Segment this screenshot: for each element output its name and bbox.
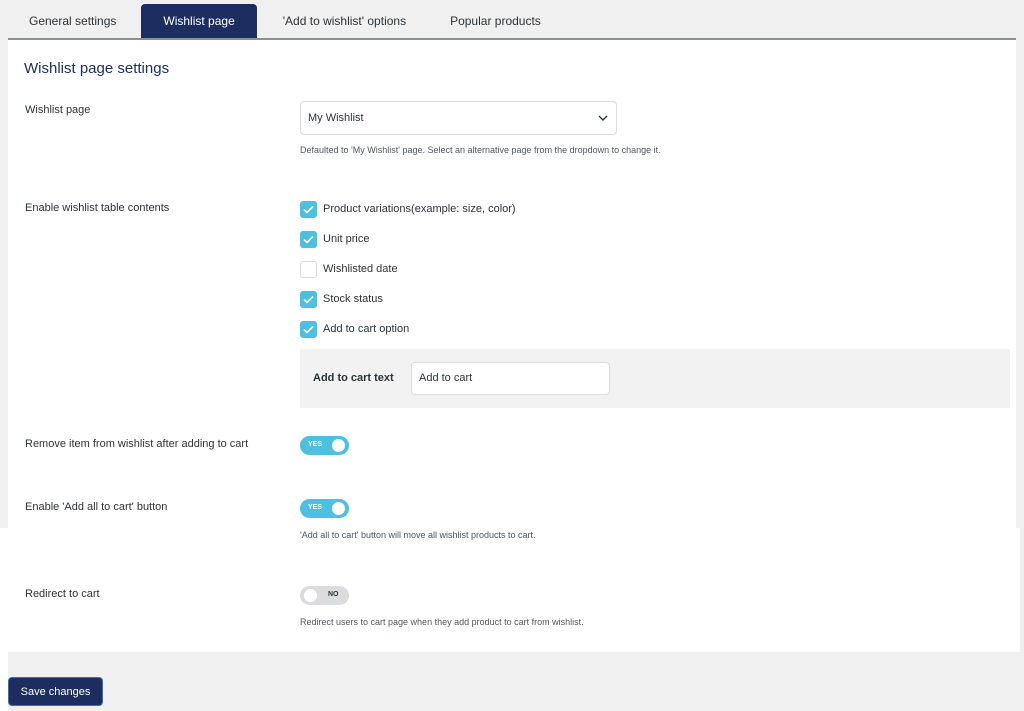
toggle-knob — [332, 502, 345, 515]
panel-edge-left — [0, 528, 8, 652]
settings-panel-continued — [0, 528, 1024, 652]
table-contents-label: Enable wishlist table contents — [25, 202, 170, 214]
panel-edge-right — [1020, 528, 1024, 652]
checkbox[interactable] — [300, 290, 317, 308]
save-changes-button[interactable]: Save changes — [8, 677, 103, 706]
section-title: Wishlist page settings — [24, 60, 170, 77]
checkbox-unit-price[interactable]: Unit price — [300, 230, 369, 248]
add-all-to-cart-description: 'Add all to cart' button will move all w… — [300, 530, 536, 540]
toggle-state: YES — [308, 504, 323, 511]
tab-popular-products[interactable]: Popular products — [426, 4, 565, 39]
checkmark-icon — [303, 325, 314, 334]
checkbox-label: Product variations(example: size, color) — [323, 203, 516, 215]
tab-add-to-wishlist-options[interactable]: 'Add to wishlist' options — [263, 4, 426, 39]
add-all-to-cart-toggle[interactable]: YES — [300, 499, 349, 518]
wishlist-page-label: Wishlist page — [25, 104, 91, 116]
footer-area — [8, 652, 1016, 711]
checkbox-label: Stock status — [323, 293, 383, 305]
add-to-cart-text-label: Add to cart text — [313, 372, 394, 384]
remove-item-label: Remove item from wishlist after adding t… — [25, 438, 249, 450]
add-all-to-cart-label: Enable 'Add all to cart' button — [25, 501, 168, 513]
checkbox-product-variations[interactable]: Product variations(example: size, color) — [300, 200, 516, 218]
checkbox-add-to-cart-option[interactable]: Add to cart option — [300, 320, 409, 338]
wishlist-page-selected-value: My Wishlist — [308, 112, 364, 124]
checkbox-label: Unit price — [323, 233, 370, 245]
remove-item-toggle[interactable]: YES — [300, 436, 349, 455]
settings-tabs: General settings Wishlist page 'Add to w… — [8, 4, 565, 39]
checkbox-stock-status[interactable]: Stock status — [300, 290, 383, 308]
chevron-down-icon — [598, 115, 608, 121]
checkbox-label: Wishlisted date — [323, 263, 398, 275]
tab-wishlist-page[interactable]: Wishlist page — [141, 4, 257, 39]
toggle-state: YES — [308, 441, 323, 448]
wishlist-page-select[interactable]: My Wishlist — [300, 101, 617, 135]
checkmark-icon — [303, 235, 314, 244]
toggle-knob — [332, 439, 345, 452]
checkbox-wishlisted-date[interactable]: Wishlisted date — [300, 260, 398, 278]
footer-edge — [0, 652, 8, 711]
toggle-knob — [304, 589, 317, 602]
redirect-to-cart-description: Redirect users to cart page when they ad… — [300, 617, 584, 627]
redirect-to-cart-toggle[interactable]: NO — [300, 586, 349, 605]
tab-general-settings[interactable]: General settings — [8, 4, 137, 39]
checkbox[interactable] — [300, 260, 317, 278]
checkbox[interactable] — [300, 320, 317, 338]
add-to-cart-text-panel: Add to cart text Add to cart — [300, 349, 1010, 408]
checkmark-icon — [303, 205, 314, 214]
redirect-to-cart-label: Redirect to cart — [25, 588, 100, 600]
checkmark-icon — [303, 295, 314, 304]
wishlist-page-description: Defaulted to 'My Wishlist' page. Select … — [300, 145, 661, 155]
checkbox[interactable] — [300, 230, 317, 248]
add-to-cart-text-input[interactable]: Add to cart — [411, 362, 610, 395]
checkbox[interactable] — [300, 200, 317, 218]
checkbox-label: Add to cart option — [323, 323, 410, 335]
toggle-state: NO — [328, 591, 339, 598]
